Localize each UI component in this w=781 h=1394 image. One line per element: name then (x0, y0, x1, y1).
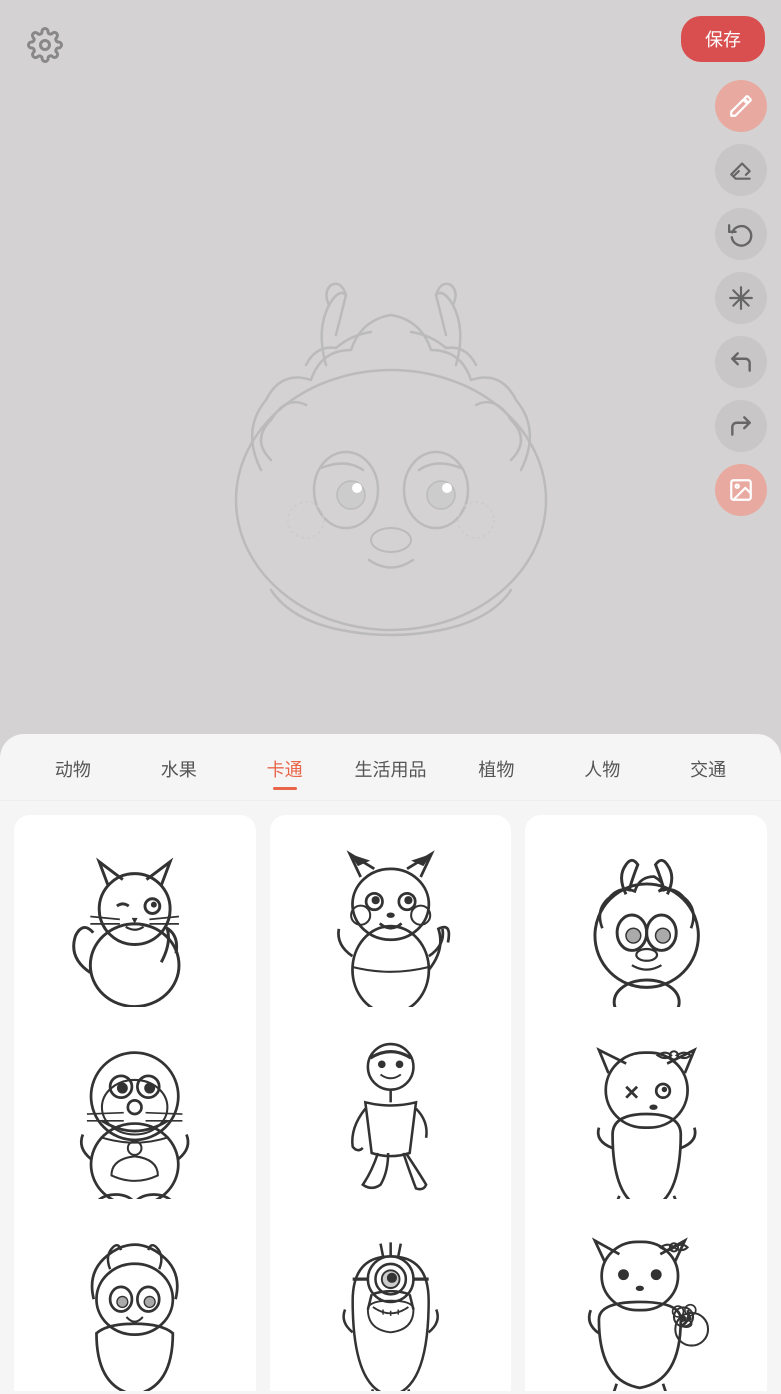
brush-tool-button[interactable] (715, 80, 767, 132)
doraemon-sticker-image (46, 1039, 223, 1216)
pikachu-sticker-image (302, 847, 479, 1024)
tab-transport[interactable]: 交通 (655, 752, 761, 790)
hello-kitty2-sticker-card[interactable] (525, 1199, 767, 1391)
hello-kitty2-sticker-image (558, 1231, 735, 1391)
image-tool-button[interactable] (715, 464, 767, 516)
tab-fruits[interactable]: 水果 (126, 752, 232, 790)
redo-button[interactable] (715, 400, 767, 452)
sheep-girl-sticker-card[interactable] (14, 1199, 256, 1391)
undo-step-button[interactable] (715, 208, 767, 260)
eraser-tool-button[interactable] (715, 144, 767, 196)
category-tabs: 动物 水果 卡通 生活用品 植物 人物 交通 (0, 734, 781, 801)
sheep-girl-sticker-image (46, 1231, 223, 1391)
cat-sticker-image (46, 847, 223, 1024)
drawing-canvas[interactable]: 保存 (0, 0, 781, 750)
boy-running-sticker-image (302, 1039, 479, 1216)
canvas-sketch (141, 150, 641, 750)
save-button[interactable]: 保存 (681, 16, 765, 62)
tab-plants[interactable]: 植物 (443, 752, 549, 790)
sticker-grid (0, 801, 781, 1391)
tab-animals[interactable]: 动物 (20, 752, 126, 790)
minion-sticker-card[interactable] (270, 1199, 512, 1391)
right-toolbar (715, 80, 767, 516)
undo-button[interactable] (715, 336, 767, 388)
tab-cartoon[interactable]: 卡通 (232, 752, 338, 790)
tab-people[interactable]: 人物 (549, 752, 655, 790)
sheep-monster-sticker-image (558, 847, 735, 1024)
bottom-panel: 动物 水果 卡通 生活用品 植物 人物 交通 (0, 734, 781, 1394)
hello-kitty-sticker-image (558, 1039, 735, 1216)
grid-tool-button[interactable] (715, 272, 767, 324)
minion-sticker-image (302, 1231, 479, 1391)
settings-button[interactable] (20, 20, 70, 70)
tab-daily[interactable]: 生活用品 (338, 752, 444, 790)
